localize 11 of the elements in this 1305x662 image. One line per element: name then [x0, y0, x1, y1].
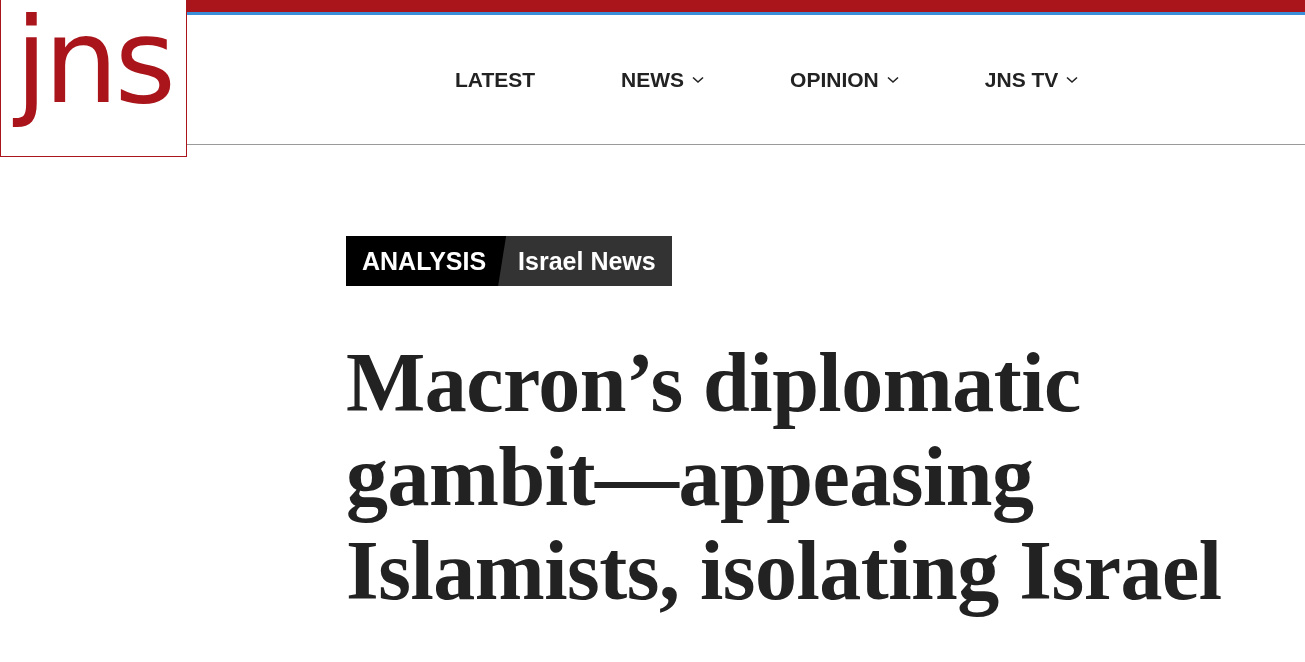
category-tag[interactable]: Israel News — [498, 236, 672, 286]
nav-link[interactable]: LATEST — [455, 67, 536, 92]
logo[interactable]: jns — [0, 0, 187, 157]
chevron-down-icon — [692, 75, 705, 84]
chevron-down-icon — [1066, 75, 1079, 84]
chevron-down-icon — [886, 75, 899, 84]
nav-link[interactable]: NEWS — [621, 67, 705, 92]
category-tag[interactable]: ANALYSIS — [346, 236, 507, 286]
article-headline: Macron’s diplomatic gambit—appeasing Islamists, isolating Israel — [346, 336, 1223, 618]
nav-link[interactable]: OPINION — [790, 67, 899, 92]
nav-link[interactable]: JNS TV — [984, 67, 1079, 92]
